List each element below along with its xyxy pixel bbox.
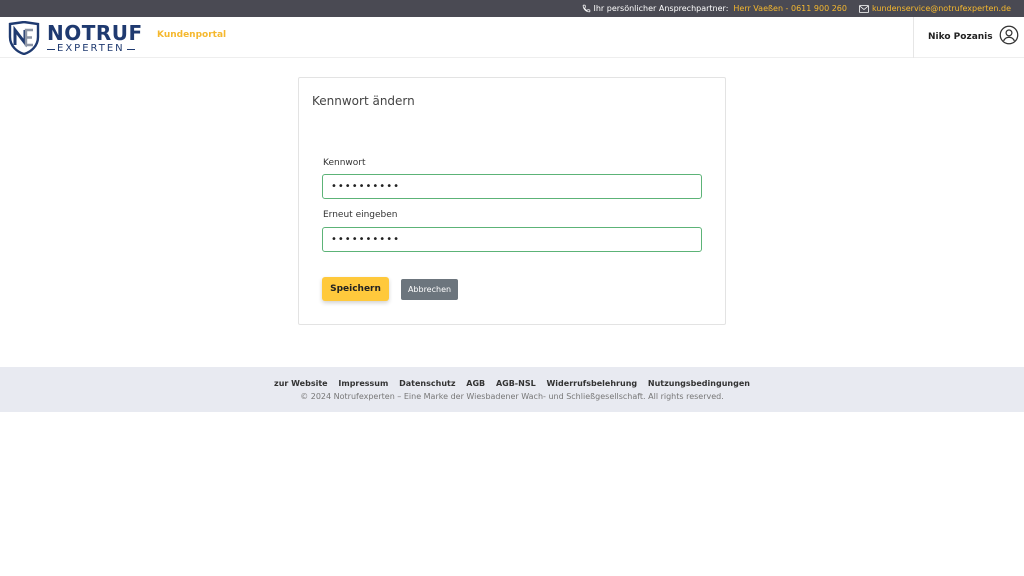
footer-link-datenschutz[interactable]: Datenschutz (399, 379, 455, 388)
password-label: Kennwort (323, 158, 366, 168)
site-footer: zur Website Impressum Datenschutz AGB AG… (0, 367, 1024, 412)
email-segment: kundenservice@notrufexperten.de (859, 4, 1011, 13)
card-title: Kennwort ändern (312, 94, 415, 108)
nav-kundenportal-link[interactable]: Kundenportal (157, 30, 226, 40)
save-button[interactable]: Speichern (322, 277, 389, 301)
footer-link-agb-nsl[interactable]: AGB-NSL (496, 379, 536, 388)
contact-person-segment: Ihr persönlicher Ansprechpartner: Herr V… (582, 4, 847, 13)
footer-link-nutzungsbedingungen[interactable]: Nutzungsbedingungen (648, 379, 750, 388)
cancel-button[interactable]: Abbrechen (401, 279, 458, 300)
footer-links: zur Website Impressum Datenschutz AGB AG… (0, 379, 1024, 388)
logo-text-notruf: NOTRUF (47, 21, 143, 45)
email-link[interactable]: kundenservice@notrufexperten.de (872, 4, 1011, 13)
footer-copyright: © 2024 Notrufexperten – Eine Marke der W… (300, 392, 724, 401)
user-circle-icon[interactable] (999, 25, 1019, 49)
user-menu[interactable]: Niko Pozanis (928, 25, 1019, 49)
shield-logo-icon (8, 21, 40, 55)
phone-icon (582, 4, 591, 13)
repeat-password-input[interactable] (322, 227, 702, 252)
contact-person-link[interactable]: Herr Vaeßen - 0611 900 260 (733, 4, 847, 13)
repeat-password-label: Erneut eingeben (323, 210, 398, 220)
header-divider (913, 17, 914, 58)
notruf-experten-logo[interactable]: NOTRUF EXPERTEN (8, 21, 142, 55)
site-header: NOTRUF EXPERTEN Kundenportal Niko Pozani… (0, 17, 1024, 58)
footer-link-impressum[interactable]: Impressum (338, 379, 388, 388)
user-name: Niko Pozanis (928, 32, 993, 42)
mail-icon (859, 4, 869, 13)
footer-link-agb[interactable]: AGB (466, 379, 485, 388)
footer-link-website[interactable]: zur Website (274, 379, 328, 388)
logo-text-experten: EXPERTEN (45, 44, 137, 54)
contact-label: Ihr persönlicher Ansprechpartner: (593, 4, 729, 13)
change-password-card: Kennwort ändern Kennwort Erneut eingeben… (298, 77, 726, 325)
top-contact-bar: Ihr persönlicher Ansprechpartner: Herr V… (0, 0, 1024, 17)
footer-link-widerrufsbelehrung[interactable]: Widerrufsbelehrung (546, 379, 637, 388)
password-input[interactable] (322, 174, 702, 199)
logo-text-experten-label: EXPERTEN (57, 43, 125, 54)
